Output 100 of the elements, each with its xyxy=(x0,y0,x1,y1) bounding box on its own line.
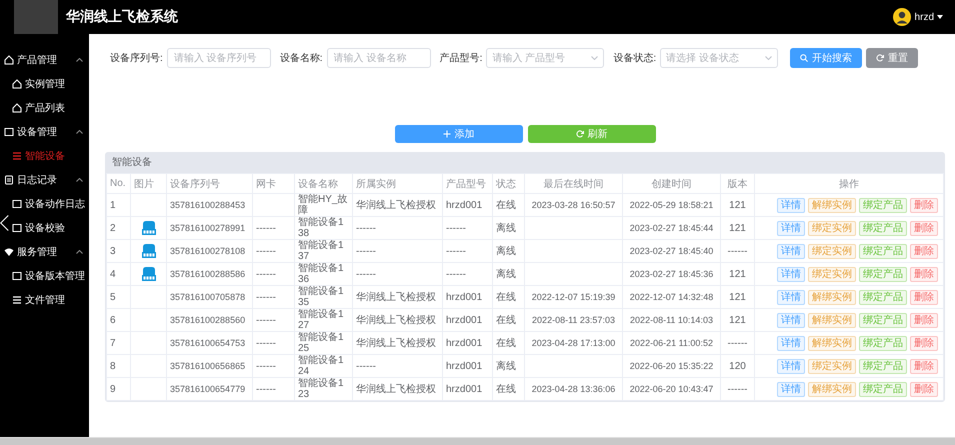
detail-button[interactable]: 详情 xyxy=(777,358,805,374)
menu-item[interactable]: 文件管理 xyxy=(0,288,89,312)
avatar-icon xyxy=(892,8,911,26)
delete-button[interactable]: 删除 xyxy=(910,198,938,212)
table-cell: 2023-02-27 18:45:36 xyxy=(630,268,714,278)
delete-button[interactable]: 删除 xyxy=(910,336,938,350)
add-button[interactable]: 添加 xyxy=(394,125,522,143)
table-cell: 6 xyxy=(106,308,130,332)
search-button[interactable]: 开始搜索 xyxy=(790,48,862,68)
delete-button[interactable]: 删除 xyxy=(910,358,938,374)
detail-button[interactable]: 详情 xyxy=(777,382,805,396)
table-cell: 2022-12-07 15:19:39 xyxy=(532,292,616,302)
chevron-down-icon xyxy=(765,56,772,60)
table-cell: ------ xyxy=(256,338,276,348)
detail-button[interactable]: 详情 xyxy=(777,198,805,212)
instance-button[interactable]: 绑定实例 xyxy=(808,244,856,258)
instance-button[interactable]: 解绑实例 xyxy=(808,336,856,350)
delete-button[interactable]: 删除 xyxy=(910,220,938,236)
table-cell: 华润线上飞检授权 xyxy=(356,314,436,326)
instance-button[interactable]: 绑定实例 xyxy=(808,266,856,282)
logo-placeholder xyxy=(14,0,58,34)
delete-button[interactable]: 删除 xyxy=(910,312,938,328)
column-header: 网卡 xyxy=(252,174,294,194)
filter-label: 设备序列号: xyxy=(110,52,163,65)
delete-button[interactable]: 删除 xyxy=(910,382,938,396)
instance-button[interactable]: 解绑实例 xyxy=(808,382,856,396)
detail-button[interactable]: 详情 xyxy=(777,312,805,328)
table-cell: 357816100288560 xyxy=(170,314,246,324)
table-cell: 2022-08-11 23:57:03 xyxy=(532,314,615,324)
instance-button[interactable]: 绑定实例 xyxy=(808,220,856,236)
bind-product-button[interactable]: 绑定产品 xyxy=(859,358,907,374)
refresh-icon xyxy=(876,54,884,62)
delete-button[interactable]: 删除 xyxy=(910,290,938,304)
input-field[interactable]: 请输入 设备名称 xyxy=(326,48,431,68)
delete-button[interactable]: 删除 xyxy=(910,244,938,258)
table-cell: ------ xyxy=(256,384,276,394)
menu-item[interactable]: 设备版本管理 xyxy=(0,264,89,288)
filter-label: 产品型号: xyxy=(440,52,482,65)
table-cell: ------ xyxy=(256,360,276,372)
table-cell: 智能设备138 xyxy=(298,217,344,239)
square-icon xyxy=(4,127,14,137)
menu-item[interactable]: 产品列表 xyxy=(0,96,89,120)
table-cell: 357816100705878 xyxy=(170,292,246,302)
detail-button[interactable]: 详情 xyxy=(777,220,805,236)
table-cell: ------ xyxy=(356,360,376,372)
table-cell: 121 xyxy=(729,222,746,234)
bind-product-button[interactable]: 绑定产品 xyxy=(859,244,907,258)
bind-product-button[interactable]: 绑定产品 xyxy=(859,266,907,282)
table-cell: hrzd001 xyxy=(446,360,482,372)
bind-product-button[interactable]: 绑定产品 xyxy=(859,290,907,304)
table-cell: 华润线上飞检授权 xyxy=(356,292,436,302)
instance-button[interactable]: 解绑实例 xyxy=(808,198,856,212)
menu-item[interactable]: 设备校验 xyxy=(0,216,89,240)
menu-group[interactable]: 设备管理 xyxy=(0,120,89,144)
reset-button[interactable]: 重置 xyxy=(866,48,918,68)
menu-icon xyxy=(12,151,22,161)
column-header: 最后在线时间 xyxy=(524,174,622,194)
table-cell: 智能设备136 xyxy=(298,263,344,285)
column-header: 创建时间 xyxy=(622,174,720,194)
bind-product-button[interactable]: 绑定产品 xyxy=(859,312,907,328)
detail-button[interactable]: 详情 xyxy=(777,290,805,304)
instance-button[interactable]: 解绑实例 xyxy=(808,290,856,304)
detail-button[interactable]: 详情 xyxy=(777,244,805,258)
menu-group[interactable]: 服务管理 xyxy=(0,240,89,264)
column-header: 状态 xyxy=(492,174,524,194)
menu-item[interactable]: 实例管理 xyxy=(0,72,89,96)
user-name[interactable]: hrzd xyxy=(914,12,934,22)
menu-item[interactable]: 智能设备 xyxy=(0,144,89,168)
bind-product-button[interactable]: 绑定产品 xyxy=(859,336,907,350)
table-cell: 9 xyxy=(106,378,130,400)
table-cell: 2023-03-28 16:50:57 xyxy=(532,200,616,210)
instance-button[interactable]: 解绑实例 xyxy=(808,312,856,328)
table-cell: 357816100654779 xyxy=(170,384,246,394)
menu-item[interactable]: 设备动作日志 xyxy=(0,192,89,216)
refresh-button[interactable]: 刷新 xyxy=(528,125,656,143)
horizontal-scrollbar[interactable] xyxy=(0,437,955,445)
table-cell: 2022-06-20 10:43:47 xyxy=(630,384,714,394)
detail-button[interactable]: 详情 xyxy=(777,266,805,282)
table-cell: 离线 xyxy=(496,268,516,280)
detail-button[interactable]: 详情 xyxy=(777,336,805,350)
input-field[interactable]: 请输入 设备序列号 xyxy=(166,48,271,68)
bind-product-button[interactable]: 绑定产品 xyxy=(859,382,907,396)
table-cell: 2 xyxy=(106,216,130,240)
table-cell: ------ xyxy=(356,222,376,234)
app-title: 华润线上飞检系统 xyxy=(66,8,178,26)
menu-group[interactable]: 日志记录 xyxy=(0,168,89,192)
bind-product-button[interactable]: 绑定产品 xyxy=(859,198,907,212)
table-cell: 2022-06-20 15:35:22 xyxy=(630,360,714,370)
filter-label: 设备名称: xyxy=(280,52,323,65)
select-field[interactable]: 请输入 产品型号 xyxy=(486,48,604,68)
column-header: 版本 xyxy=(720,174,754,194)
select-field[interactable]: 请选择 设备状态 xyxy=(660,48,778,68)
table-cell: 357816100278991 xyxy=(170,222,246,232)
table-cell: 智能HY_故障 xyxy=(298,194,348,216)
delete-button[interactable]: 删除 xyxy=(910,266,938,282)
table-cell: 357816100656865 xyxy=(170,360,246,370)
instance-button[interactable]: 绑定实例 xyxy=(808,358,856,374)
filter-label: 设备状态: xyxy=(613,52,656,65)
menu-group[interactable]: 产品管理 xyxy=(0,48,89,72)
bind-product-button[interactable]: 绑定产品 xyxy=(859,220,907,236)
